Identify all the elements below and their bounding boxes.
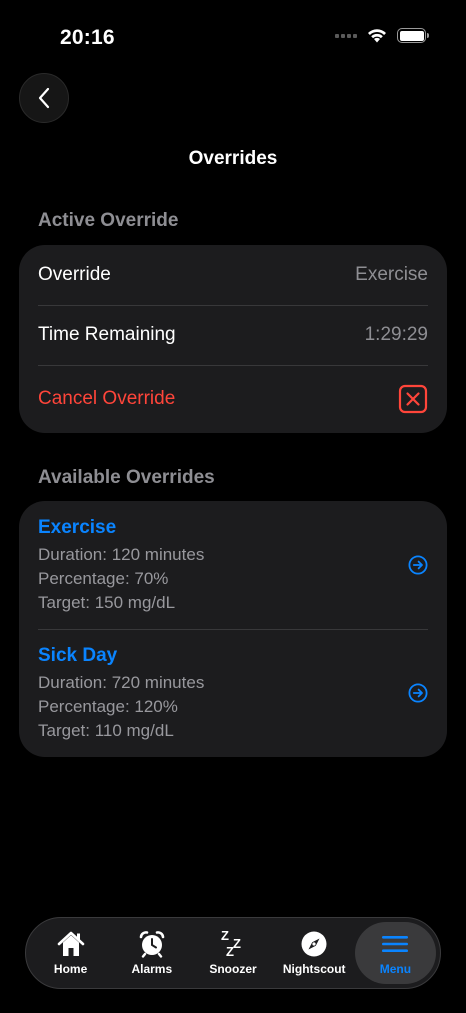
cancel-x-icon[interactable]	[398, 384, 428, 414]
battery-icon	[397, 28, 429, 43]
time-remaining-label: Time Remaining	[38, 324, 176, 345]
override-name: Sick Day	[38, 645, 118, 666]
cellular-signal-icon	[335, 33, 357, 38]
time-remaining-value: 1:29:29	[364, 324, 428, 345]
status-time: 20:16	[60, 26, 115, 49]
override-target: Target: 150 mg/dL	[38, 593, 176, 612]
override-value: Exercise	[355, 264, 428, 285]
back-button[interactable]	[19, 73, 69, 123]
override-target: Target: 110 mg/dL	[38, 721, 174, 740]
tab-label: Menu	[379, 962, 412, 976]
status-icons	[335, 28, 429, 43]
available-overrides-card: Exercise Duration: 120 minutes Percentag…	[19, 501, 447, 757]
active-override-header: Active Override	[38, 210, 179, 231]
tab-snoozer[interactable]: Z Z Z Snoozer	[192, 922, 273, 984]
tab-nightscout[interactable]: Nightscout	[274, 922, 355, 984]
time-remaining-row: Time Remaining 1:29:29	[19, 305, 447, 365]
override-item-exercise[interactable]: Exercise Duration: 120 minutes Percentag…	[19, 501, 447, 629]
arrow-right-circle-icon[interactable]	[408, 683, 428, 703]
tab-label: Snoozer	[209, 962, 257, 976]
override-duration: Duration: 120 minutes	[38, 545, 205, 564]
override-item-sick-day[interactable]: Sick Day Duration: 720 minutes Percentag…	[19, 629, 447, 757]
zzz-icon: Z Z Z	[221, 928, 241, 959]
chevron-left-icon	[38, 87, 50, 109]
active-override-card: Override Exercise Time Remaining 1:29:29…	[19, 245, 447, 433]
tab-label: Alarms	[131, 962, 173, 976]
override-name: Exercise	[38, 517, 117, 538]
override-percentage: Percentage: 70%	[38, 569, 169, 588]
tab-label: Home	[53, 962, 88, 976]
menu-icon	[382, 936, 409, 952]
overrides-screen: 20:16 Overrides Active Override Override…	[0, 0, 466, 1013]
tab-label: Nightscout	[282, 962, 346, 976]
cancel-override-label: Cancel Override	[38, 388, 176, 409]
page-title: Overrides	[188, 148, 278, 169]
cancel-override-button[interactable]: Cancel Override	[19, 365, 447, 433]
house-icon	[57, 931, 84, 956]
override-percentage: Percentage: 120%	[38, 697, 178, 716]
tab-bar: Home Alarms Z Z Z Snoozer Nightscout Men…	[25, 917, 441, 989]
alarm-clock-icon	[139, 931, 165, 958]
tab-menu[interactable]: Menu	[354, 922, 437, 984]
available-overrides-header: Available Overrides	[38, 467, 215, 488]
override-row: Override Exercise	[19, 245, 447, 305]
wifi-icon	[368, 29, 386, 43]
arrow-right-circle-icon[interactable]	[408, 555, 428, 575]
tab-alarms[interactable]: Alarms	[111, 922, 192, 984]
tab-home[interactable]: Home	[30, 922, 111, 984]
override-duration: Duration: 720 minutes	[38, 673, 205, 692]
compass-icon	[301, 931, 327, 957]
override-label: Override	[38, 264, 111, 285]
